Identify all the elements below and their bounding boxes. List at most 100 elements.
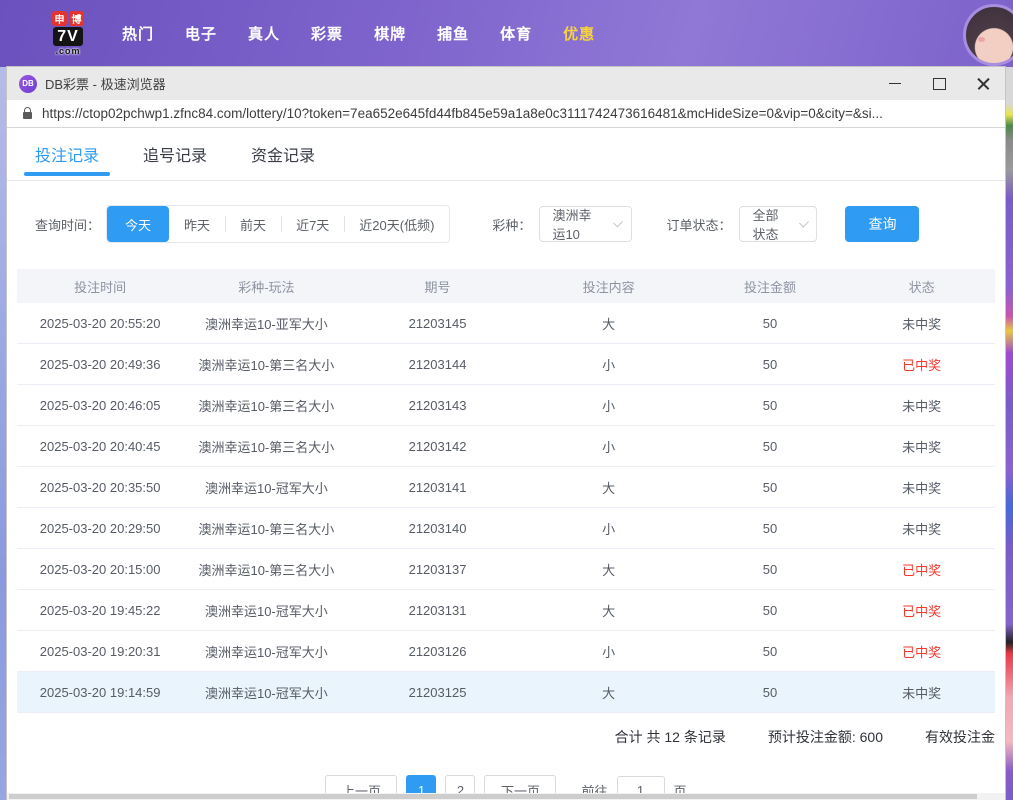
cell-bet-time: 2025-03-20 20:55:20 — [17, 316, 183, 331]
nav-item[interactable]: 真人 — [248, 23, 280, 44]
browser-titlebar[interactable]: DB DB彩票 - 极速浏览器 — [7, 67, 1005, 100]
nav-item[interactable]: 电子 — [185, 23, 217, 44]
cell-bet-amount: 50 — [692, 357, 848, 372]
time-filter-option[interactable]: 近7天 — [281, 206, 344, 242]
cell-bet-content: 小 — [526, 437, 692, 456]
cell-game-play: 澳洲幸运10-第三名大小 — [183, 355, 349, 374]
cell-bet-time: 2025-03-20 20:35:50 — [17, 480, 183, 495]
cell-bet-content: 大 — [526, 560, 692, 579]
table-row[interactable]: 2025-03-20 20:46:05 澳洲幸运10-第三名大小 2120314… — [17, 385, 995, 426]
cell-status: 未中奖 — [848, 478, 995, 497]
cell-bet-content: 小 — [526, 642, 692, 661]
cell-bet-amount: 50 — [692, 644, 848, 659]
cell-game-play: 澳洲幸运10-第三名大小 — [183, 519, 349, 538]
logo-main-text: 7V — [53, 27, 83, 46]
table-row[interactable]: 2025-03-20 20:40:45 澳洲幸运10-第三名大小 2120314… — [17, 426, 995, 467]
cell-bet-content: 小 — [526, 396, 692, 415]
cell-bet-time: 2025-03-20 19:20:31 — [17, 644, 183, 659]
cell-status: 未中奖 — [848, 683, 995, 702]
time-filter-option[interactable]: 前天 — [225, 206, 281, 242]
site-logo[interactable]: 申 博 7V .com — [52, 11, 84, 56]
header-status: 状态 — [848, 277, 995, 296]
horizontal-scrollbar[interactable] — [7, 793, 1005, 800]
cell-status: 未中奖 — [848, 396, 995, 415]
cell-bet-time: 2025-03-20 19:45:22 — [17, 603, 183, 618]
cell-issue: 21203137 — [350, 562, 526, 577]
cell-game-play: 澳洲幸运10-亚军大小 — [183, 314, 349, 333]
nav-item[interactable]: 优惠 — [563, 23, 595, 44]
nav-item[interactable]: 捕鱼 — [437, 23, 469, 44]
time-filter-option[interactable]: 今天 — [107, 206, 169, 242]
table-row[interactable]: 2025-03-20 19:20:31 澳洲幸运10-冠军大小 21203126… — [17, 631, 995, 672]
table-row[interactable]: 2025-03-20 20:15:00 澳洲幸运10-第三名大小 2120313… — [17, 549, 995, 590]
cell-bet-amount: 50 — [692, 603, 848, 618]
time-filter-group: 今天昨天前天近7天近20天(低频) — [106, 205, 450, 243]
tab-chase-records[interactable]: 追号记录 — [143, 139, 207, 180]
cell-bet-content: 小 — [526, 519, 692, 538]
time-filter-option[interactable]: 昨天 — [169, 206, 225, 242]
cell-bet-amount: 50 — [692, 521, 848, 536]
header-issue: 期号 — [350, 277, 526, 296]
minimize-icon — [889, 83, 901, 85]
chevron-down-icon — [799, 218, 809, 228]
filter-bar: 查询时间： 今天昨天前天近7天近20天(低频) 彩种： 澳洲幸运10 订单状态：… — [35, 205, 1005, 243]
summary-estimated-amount: 预计投注金额: 600 — [768, 727, 883, 747]
cell-bet-time: 2025-03-20 20:46:05 — [17, 398, 183, 413]
cell-status: 已中奖 — [848, 601, 995, 620]
nav-item[interactable]: 热门 — [122, 23, 154, 44]
table-row[interactable]: 2025-03-20 19:14:59 澳洲幸运10-冠军大小 21203125… — [17, 672, 995, 713]
table-row[interactable]: 2025-03-20 20:35:50 澳洲幸运10-冠军大小 21203141… — [17, 467, 995, 508]
nav-item[interactable]: 棋牌 — [374, 23, 406, 44]
cell-status: 已中奖 — [848, 560, 995, 579]
cell-issue: 21203144 — [350, 357, 526, 372]
nav-item[interactable]: 彩票 — [311, 23, 343, 44]
browser-urlbar[interactable]: https://ctop02pchwp1.zfnc84.com/lottery/… — [7, 100, 1005, 128]
lottery-select[interactable]: 澳洲幸运10 — [539, 206, 632, 242]
cell-bet-time: 2025-03-20 20:29:50 — [17, 521, 183, 536]
lottery-filter-label: 彩种： — [492, 215, 531, 234]
cell-bet-time: 2025-03-20 20:49:36 — [17, 357, 183, 372]
cell-game-play: 澳洲幸运10-冠军大小 — [183, 478, 349, 497]
cell-bet-amount: 50 — [692, 480, 848, 495]
status-select-value: 全部状态 — [752, 205, 788, 243]
cell-issue: 21203126 — [350, 644, 526, 659]
record-tabs: 投注记录 追号记录 资金记录 — [7, 128, 1005, 181]
user-avatar[interactable] — [963, 4, 1013, 66]
table-row[interactable]: 2025-03-20 20:29:50 澳洲幸运10-第三名大小 2120314… — [17, 508, 995, 549]
cell-game-play: 澳洲幸运10-冠军大小 — [183, 683, 349, 702]
close-button[interactable] — [961, 67, 1005, 100]
cell-status: 已中奖 — [848, 355, 995, 374]
table-row[interactable]: 2025-03-20 19:45:22 澳洲幸运10-冠军大小 21203131… — [17, 590, 995, 631]
cell-game-play: 澳洲幸运10-冠军大小 — [183, 642, 349, 661]
background-page-left-sliver — [0, 67, 7, 800]
nav-menu: 热门 电子 真人 彩票 棋牌 捕鱼 体育 优惠 — [122, 23, 595, 44]
browser-window: DB DB彩票 - 极速浏览器 https://ctop02pchwp1.zfn… — [7, 67, 1005, 800]
minimize-button[interactable] — [873, 67, 917, 100]
tab-bet-records[interactable]: 投注记录 — [35, 139, 99, 180]
cell-issue: 21203142 — [350, 439, 526, 454]
cell-game-play: 澳洲幸运10-第三名大小 — [183, 437, 349, 456]
table-row[interactable]: 2025-03-20 20:55:20 澳洲幸运10-亚军大小 21203145… — [17, 303, 995, 344]
search-button[interactable]: 查询 — [845, 206, 919, 242]
browser-favicon-icon: DB — [19, 75, 37, 93]
table-row[interactable]: 2025-03-20 20:49:36 澳洲幸运10-第三名大小 2120314… — [17, 344, 995, 385]
page-content: 投注记录 追号记录 资金记录 查询时间： 今天昨天前天近7天近20天(低频) 彩… — [7, 128, 1005, 800]
cell-bet-time: 2025-03-20 20:40:45 — [17, 439, 183, 454]
maximize-button[interactable] — [917, 67, 961, 100]
status-filter-label: 订单状态： — [666, 215, 731, 234]
table-body: 2025-03-20 20:55:20 澳洲幸运10-亚军大小 21203145… — [17, 303, 995, 713]
cell-status: 已中奖 — [848, 642, 995, 661]
order-status-select[interactable]: 全部状态 — [739, 206, 817, 242]
cell-bet-time: 2025-03-20 20:15:00 — [17, 562, 183, 577]
cell-bet-amount: 50 — [692, 398, 848, 413]
cell-game-play: 澳洲幸运10-冠军大小 — [183, 601, 349, 620]
tab-fund-records[interactable]: 资金记录 — [251, 139, 315, 180]
nav-item[interactable]: 体育 — [500, 23, 532, 44]
scrollbar-thumb[interactable] — [9, 794, 977, 799]
cell-issue: 21203141 — [350, 480, 526, 495]
cell-bet-amount: 50 — [692, 316, 848, 331]
logo-badge-bo: 博 — [69, 11, 84, 26]
time-filter-option[interactable]: 近20天(低频) — [344, 206, 449, 242]
url-text[interactable]: https://ctop02pchwp1.zfnc84.com/lottery/… — [42, 106, 883, 121]
lottery-select-value: 澳洲幸运10 — [552, 205, 603, 243]
